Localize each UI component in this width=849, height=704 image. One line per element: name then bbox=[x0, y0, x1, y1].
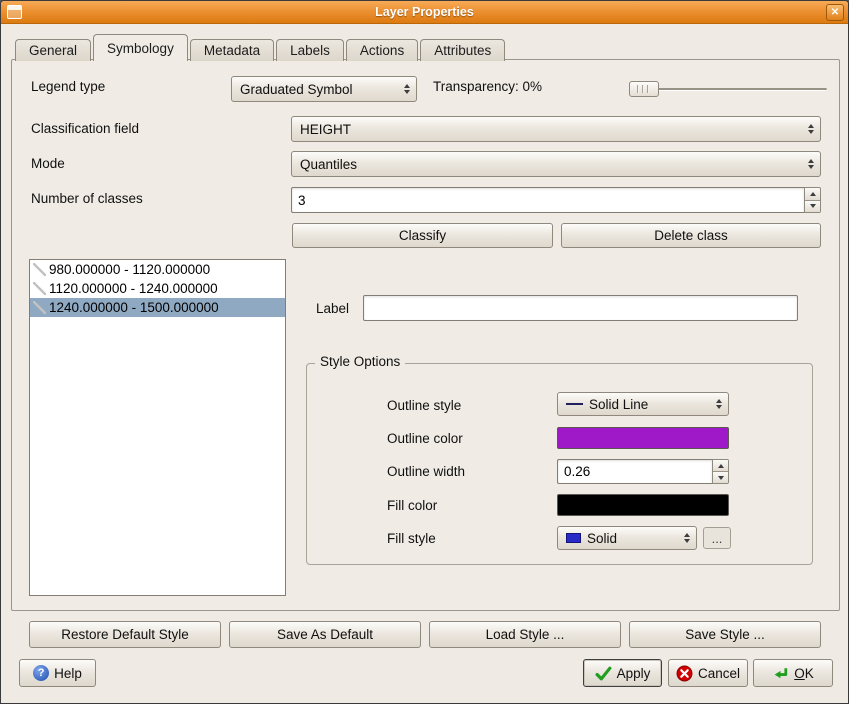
slider-handle[interactable] bbox=[629, 81, 659, 97]
chevron-updown-icon bbox=[684, 533, 690, 543]
cancel-icon bbox=[676, 665, 693, 682]
chevron-updown-icon bbox=[808, 124, 814, 134]
style-options-title: Style Options bbox=[315, 354, 405, 369]
cancel-button[interactable]: Cancel bbox=[668, 659, 748, 687]
solid-fill-icon bbox=[566, 533, 581, 543]
tab-bar: General Symbology Metadata Labels Action… bbox=[15, 34, 507, 61]
ok-button-label: OK bbox=[794, 666, 814, 681]
outline-color-label: Outline color bbox=[387, 431, 463, 446]
fill-style-select[interactable]: Solid bbox=[557, 526, 697, 550]
apply-button-label: Apply bbox=[617, 666, 651, 681]
outline-width-label: Outline width bbox=[387, 464, 465, 479]
help-icon: ? bbox=[33, 665, 49, 681]
legend-type-label: Legend type bbox=[31, 79, 105, 94]
fill-color-label: Fill color bbox=[387, 498, 437, 513]
more-button-label: ... bbox=[712, 531, 723, 546]
tab-labels[interactable]: Labels bbox=[276, 39, 344, 61]
fill-style-label: Fill style bbox=[387, 531, 436, 546]
spin-buttons bbox=[804, 187, 821, 213]
outline-style-value: Solid Line bbox=[589, 397, 648, 412]
class-list-item[interactable]: 980.000000 - 1120.000000 bbox=[30, 260, 285, 279]
style-options-group: Style Options Outline style Solid Line O… bbox=[306, 363, 813, 565]
window-title: Layer Properties bbox=[1, 5, 848, 19]
outline-style-select[interactable]: Solid Line bbox=[557, 392, 729, 416]
transparency-label: Transparency: 0% bbox=[433, 79, 542, 94]
outline-width-spinner bbox=[557, 459, 729, 484]
spin-down-button[interactable] bbox=[805, 200, 820, 213]
fill-style-value: Solid bbox=[587, 531, 617, 546]
style-buttons-row: Restore Default Style Save As Default Lo… bbox=[29, 621, 821, 648]
load-style-label: Load Style ... bbox=[486, 627, 565, 642]
number-of-classes-input[interactable] bbox=[291, 187, 804, 213]
tab-general[interactable]: General bbox=[15, 39, 91, 61]
tab-attributes[interactable]: Attributes bbox=[420, 39, 505, 61]
layer-properties-dialog: Layer Properties ✕ General Symbology Met… bbox=[0, 0, 849, 704]
ok-button[interactable]: OK bbox=[753, 659, 833, 687]
restore-default-style-button[interactable]: Restore Default Style bbox=[29, 621, 221, 648]
class-range-label: 1240.000000 - 1500.000000 bbox=[49, 300, 219, 315]
classification-field-value: HEIGHT bbox=[300, 122, 351, 137]
transparency-slider[interactable] bbox=[629, 81, 827, 97]
mode-select[interactable]: Quantiles bbox=[291, 151, 821, 177]
class-symbol-icon bbox=[33, 263, 46, 276]
close-icon: ✕ bbox=[831, 7, 839, 18]
help-button[interactable]: ? Help bbox=[19, 659, 96, 687]
class-list-item-selected[interactable]: 1240.000000 - 1500.000000 bbox=[30, 298, 285, 317]
outline-width-input[interactable] bbox=[557, 459, 712, 484]
delete-class-button[interactable]: Delete class bbox=[561, 223, 821, 248]
classification-field-select[interactable]: HEIGHT bbox=[291, 116, 821, 142]
tab-actions[interactable]: Actions bbox=[346, 39, 418, 61]
tab-metadata[interactable]: Metadata bbox=[190, 39, 274, 61]
save-style-button[interactable]: Save Style ... bbox=[629, 621, 821, 648]
save-as-default-button[interactable]: Save As Default bbox=[229, 621, 421, 648]
legend-type-value: Graduated Symbol bbox=[240, 82, 353, 97]
tab-symbology[interactable]: Symbology bbox=[93, 34, 188, 61]
chevron-updown-icon bbox=[716, 399, 722, 409]
class-range-label: 1120.000000 - 1240.000000 bbox=[49, 281, 218, 296]
help-button-label: Help bbox=[54, 666, 82, 681]
save-as-default-label: Save As Default bbox=[277, 627, 373, 642]
fill-color-button[interactable] bbox=[557, 494, 729, 516]
class-symbol-icon bbox=[33, 282, 46, 295]
classify-button[interactable]: Classify bbox=[292, 223, 553, 248]
class-list[interactable]: 980.000000 - 1120.000000 1120.000000 - 1… bbox=[29, 259, 286, 596]
chevron-updown-icon bbox=[808, 159, 814, 169]
class-list-item[interactable]: 1120.000000 - 1240.000000 bbox=[30, 279, 285, 298]
class-range-label: 980.000000 - 1120.000000 bbox=[49, 262, 210, 277]
number-of-classes-spinner bbox=[291, 187, 821, 213]
spin-up-button[interactable] bbox=[805, 188, 820, 200]
load-style-button[interactable]: Load Style ... bbox=[429, 621, 621, 648]
classification-field-label: Classification field bbox=[31, 121, 139, 136]
label-input[interactable] bbox=[363, 295, 798, 321]
enter-arrow-icon bbox=[772, 665, 789, 682]
spin-buttons bbox=[712, 459, 729, 484]
save-style-label: Save Style ... bbox=[685, 627, 765, 642]
titlebar[interactable]: Layer Properties ✕ bbox=[1, 1, 848, 24]
solid-line-icon bbox=[566, 403, 583, 405]
outline-style-label: Outline style bbox=[387, 398, 461, 413]
spin-down-button[interactable] bbox=[713, 471, 728, 483]
close-button[interactable]: ✕ bbox=[826, 4, 844, 21]
restore-default-style-label: Restore Default Style bbox=[61, 627, 189, 642]
mode-value: Quantiles bbox=[300, 157, 357, 172]
label-field-label: Label bbox=[316, 301, 349, 316]
chevron-updown-icon bbox=[404, 84, 410, 94]
class-symbol-icon bbox=[33, 301, 46, 314]
mode-label: Mode bbox=[31, 156, 65, 171]
fill-style-more-button[interactable]: ... bbox=[703, 527, 731, 549]
number-of-classes-label: Number of classes bbox=[31, 191, 143, 206]
classify-button-label: Classify bbox=[399, 228, 446, 243]
cancel-button-label: Cancel bbox=[698, 666, 740, 681]
outline-color-button[interactable] bbox=[557, 427, 729, 449]
spin-up-button[interactable] bbox=[713, 460, 728, 471]
checkmark-icon bbox=[595, 665, 612, 682]
legend-type-select[interactable]: Graduated Symbol bbox=[231, 76, 417, 102]
delete-class-button-label: Delete class bbox=[654, 228, 728, 243]
apply-button[interactable]: Apply bbox=[583, 659, 662, 687]
